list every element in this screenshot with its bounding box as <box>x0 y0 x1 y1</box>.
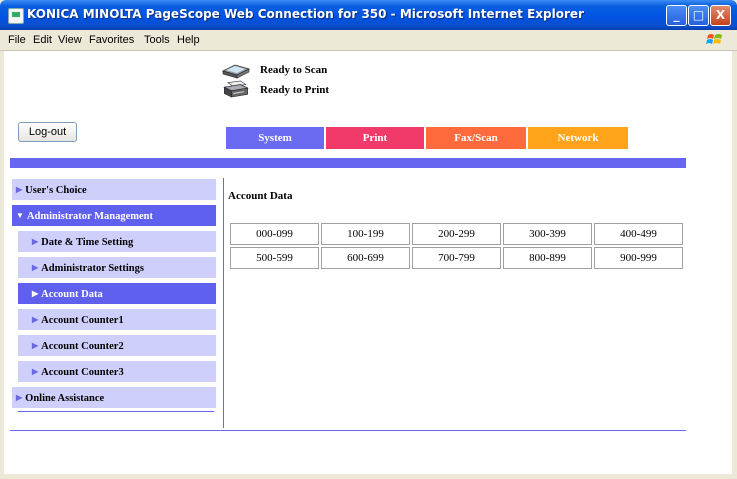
nav-account-counter2[interactable]: ▶ Account Counter2 <box>18 335 216 356</box>
nav-online-assistance[interactable]: ▶ Online Assistance <box>12 387 216 408</box>
nav-label: Account Data <box>41 289 103 300</box>
range-link[interactable]: 400-499 <box>594 223 683 245</box>
tab-fax-scan[interactable]: Fax/Scan <box>426 127 526 149</box>
range-link[interactable]: 000-099 <box>230 223 319 245</box>
menu-view[interactable]: View <box>58 34 82 46</box>
range-link[interactable]: 900-999 <box>594 247 683 269</box>
right-triangle-icon: ▶ <box>32 237 39 246</box>
minimize-button[interactable]: _ <box>666 5 687 26</box>
footer-divider <box>10 430 686 431</box>
nav-label: Administrator Settings <box>41 263 144 274</box>
right-triangle-icon: ▶ <box>16 393 23 402</box>
nav-users-choice[interactable]: ▶ User's Choice <box>12 179 216 200</box>
nav-administrator-settings[interactable]: ▶ Administrator Settings <box>18 257 216 278</box>
right-triangle-icon: ▶ <box>32 289 39 298</box>
window-title: KONICA MINOLTA PageScope Web Connection … <box>27 7 584 21</box>
right-triangle-icon: ▶ <box>32 341 39 350</box>
logout-button[interactable]: Log-out <box>18 122 77 142</box>
menu-file[interactable]: File <box>8 34 26 46</box>
ie-page-icon <box>8 8 24 24</box>
nav-label: Account Counter3 <box>41 367 124 378</box>
windows-logo-icon <box>706 34 722 44</box>
table-row: 000-099 100-199 200-299 300-399 400-499 <box>230 223 683 245</box>
menu-favorites[interactable]: Favorites <box>89 34 134 46</box>
nav-label: User's Choice <box>25 185 87 196</box>
range-link[interactable]: 800-899 <box>503 247 592 269</box>
tab-network[interactable]: Network <box>528 127 628 149</box>
account-range-table: 000-099 100-199 200-299 300-399 400-499 … <box>228 221 685 271</box>
nav-admin-management[interactable]: ▼ Administrator Management <box>12 205 216 226</box>
nav-label: Account Counter1 <box>41 315 124 326</box>
nav-divider <box>18 411 214 412</box>
tab-system[interactable]: System <box>226 127 324 149</box>
range-link[interactable]: 600-699 <box>321 247 410 269</box>
scanner-icon <box>221 64 251 79</box>
range-link[interactable]: 500-599 <box>230 247 319 269</box>
range-link[interactable]: 300-399 <box>503 223 592 245</box>
right-triangle-icon: ▶ <box>32 367 39 376</box>
menu-tools[interactable]: Tools <box>144 34 170 46</box>
right-triangle-icon: ▶ <box>32 315 39 324</box>
nav-label: Administrator Management <box>26 211 154 222</box>
column-divider <box>223 178 224 428</box>
range-link[interactable]: 200-299 <box>412 223 501 245</box>
nav-account-counter3[interactable]: ▶ Account Counter3 <box>18 361 216 382</box>
printer-icon <box>223 80 249 98</box>
close-button[interactable]: X <box>710 5 731 26</box>
nav-label: Date & Time Setting <box>41 237 134 248</box>
nav-account-counter1[interactable]: ▶ Account Counter1 <box>18 309 216 330</box>
nav-account-data[interactable]: ▶ Account Data <box>18 283 216 304</box>
maximize-button[interactable]: □ <box>688 5 709 26</box>
menu-bar: File Edit View Favorites Tools Help <box>0 30 737 51</box>
page-title: Account Data <box>228 190 293 202</box>
right-triangle-icon: ▶ <box>16 185 23 194</box>
right-triangle-icon: ▶ <box>32 263 39 272</box>
table-row: 500-599 600-699 700-799 800-899 900-999 <box>230 247 683 269</box>
nav-label: Online Assistance <box>25 393 105 404</box>
nav-label: Account Counter2 <box>41 341 124 352</box>
scan-status: Ready to Scan <box>260 64 328 76</box>
tab-print[interactable]: Print <box>326 127 424 149</box>
print-status: Ready to Print <box>260 84 330 96</box>
menu-help[interactable]: Help <box>177 34 200 46</box>
range-link[interactable]: 700-799 <box>412 247 501 269</box>
window-title-bar[interactable]: KONICA MINOLTA PageScope Web Connection … <box>0 0 737 30</box>
range-link[interactable]: 100-199 <box>321 223 410 245</box>
menu-edit[interactable]: Edit <box>33 34 52 46</box>
down-triangle-icon: ▼ <box>16 211 24 220</box>
nav-date-time-setting[interactable]: ▶ Date & Time Setting <box>18 231 216 252</box>
header-band <box>10 158 686 168</box>
